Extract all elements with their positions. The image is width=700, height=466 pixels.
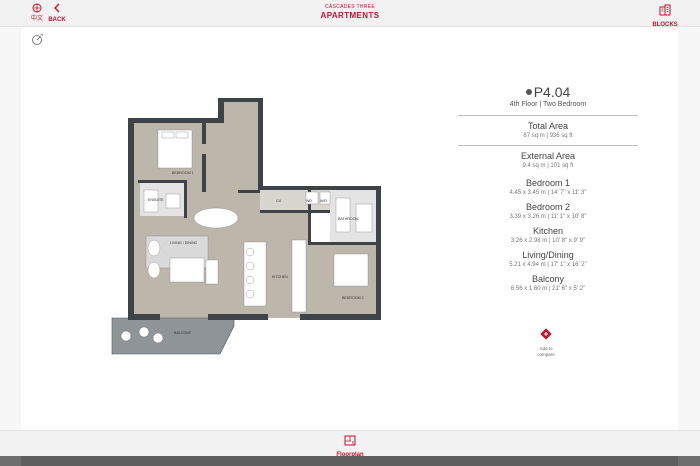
unit-info-panel: P4.04 4th Floor | Two Bedroom Total Area… <box>458 84 638 295</box>
floorplan-icon <box>330 433 370 451</box>
back-label: BACK <box>48 17 66 23</box>
bottom-tab-bar: Floorplan <box>0 430 700 458</box>
room-value: 3.26 x 2.98 m | 10' 8" x 9' 9" <box>510 238 586 244</box>
bathroom-label: BATHROOM <box>338 217 359 221</box>
kitchen-label: KITCHEN <box>272 275 288 279</box>
footer-strip <box>0 456 700 466</box>
living-label: LIVING / DINING <box>170 241 198 245</box>
floorplan-drawing[interactable]: BALCONY BEDROOM 1 ENSUITE LIVING / DININ… <box>110 94 400 356</box>
external-area-value: 9.4 sq m | 101 sq ft <box>522 163 574 169</box>
room-label: Balcony <box>531 274 565 284</box>
unit-name: P4.04 <box>458 84 638 100</box>
back-button[interactable]: BACK <box>48 3 66 24</box>
svg-text:N: N <box>41 32 44 37</box>
total-area-value: 87 sq m | 936 sq ft <box>523 133 573 139</box>
room-label: Kitchen <box>532 226 564 236</box>
right-margin <box>678 27 700 457</box>
blocks-button[interactable]: BLOCKS <box>652 3 678 29</box>
room-label: Bedroom 2 <box>525 202 571 212</box>
external-area-block: External Area 9.4 sq m | 101 sq ft <box>458 146 638 175</box>
page-title-group: CASCADES THREE APARTMENTS <box>250 4 450 21</box>
chevron-left-icon <box>48 3 66 16</box>
bedroom2-label: BEDROOM 2 <box>342 296 364 300</box>
page-title: APARTMENTS <box>320 11 380 20</box>
ensuite-label: ENSUITE <box>148 198 164 202</box>
room-block: Bedroom 2 3.39 x 3.26 m | 11' 1" x 10' 8… <box>458 199 638 223</box>
add-to-compare-button[interactable]: Add to compare <box>530 327 562 358</box>
room-label: Living/Dining <box>522 250 574 260</box>
room-label: Bedroom 1 <box>525 178 571 188</box>
north-compass-icon: N <box>31 32 45 46</box>
language-label: 中文 <box>30 16 43 22</box>
compare-icon <box>530 327 562 346</box>
wd-label: WD <box>306 199 312 203</box>
app-screen: 中文 BACK CASCADES THREE APARTMENTS BLOCKS… <box>0 0 700 466</box>
left-margin <box>0 27 21 457</box>
room-block: Bedroom 1 4.45 x 3.45 m | 14' 7" x 11' 3… <box>458 175 638 199</box>
unit-name-text: P4.04 <box>533 84 571 100</box>
room-value: 5.21 x 4.94 m | 17' 1" x 16' 2" <box>509 262 587 268</box>
bedroom1-label: BEDROOM 1 <box>172 171 194 175</box>
blocks-label: BLOCKS <box>652 22 678 28</box>
building-icon <box>652 3 678 21</box>
total-area-block: Total Area 87 sq m | 936 sq ft <box>458 116 638 145</box>
wd2-label: W/D <box>320 199 327 203</box>
room-block: Living/Dining 5.21 x 4.94 m | 17' 1" x 1… <box>458 247 638 271</box>
compare-label-line2: compare <box>537 352 555 357</box>
top-bar: 中文 BACK CASCADES THREE APARTMENTS BLOCKS <box>0 0 700 29</box>
external-area-label: External Area <box>520 151 576 161</box>
language-toggle-button[interactable]: 中文 <box>28 3 46 23</box>
room-value: 3.39 x 3.26 m | 11' 1" x 10' 8" <box>509 214 587 220</box>
balcony: BALCONY <box>111 317 235 355</box>
unit-floor-type: 4th Floor | Two Bedroom <box>509 101 587 108</box>
total-area-label: Total Area <box>527 121 569 131</box>
room-value: 6.56 x 1.60 m | 21' 6" x 5' 2" <box>510 286 586 292</box>
room-block: Kitchen 3.26 x 2.98 m | 10' 8" x 9' 9" <box>458 223 638 247</box>
page-subtitle: CASCADES THREE <box>325 4 375 10</box>
language-icon <box>28 3 46 15</box>
balcony-label: BALCONY <box>174 331 192 335</box>
room-value: 4.45 x 3.45 m | 14' 7" x 11' 3" <box>509 190 587 196</box>
cu-label: CU <box>276 199 282 203</box>
unit-dot-icon <box>525 89 532 95</box>
footer-inner <box>21 456 678 466</box>
room-block: Balcony 6.56 x 1.60 m | 21' 6" x 5' 2" <box>458 271 638 295</box>
